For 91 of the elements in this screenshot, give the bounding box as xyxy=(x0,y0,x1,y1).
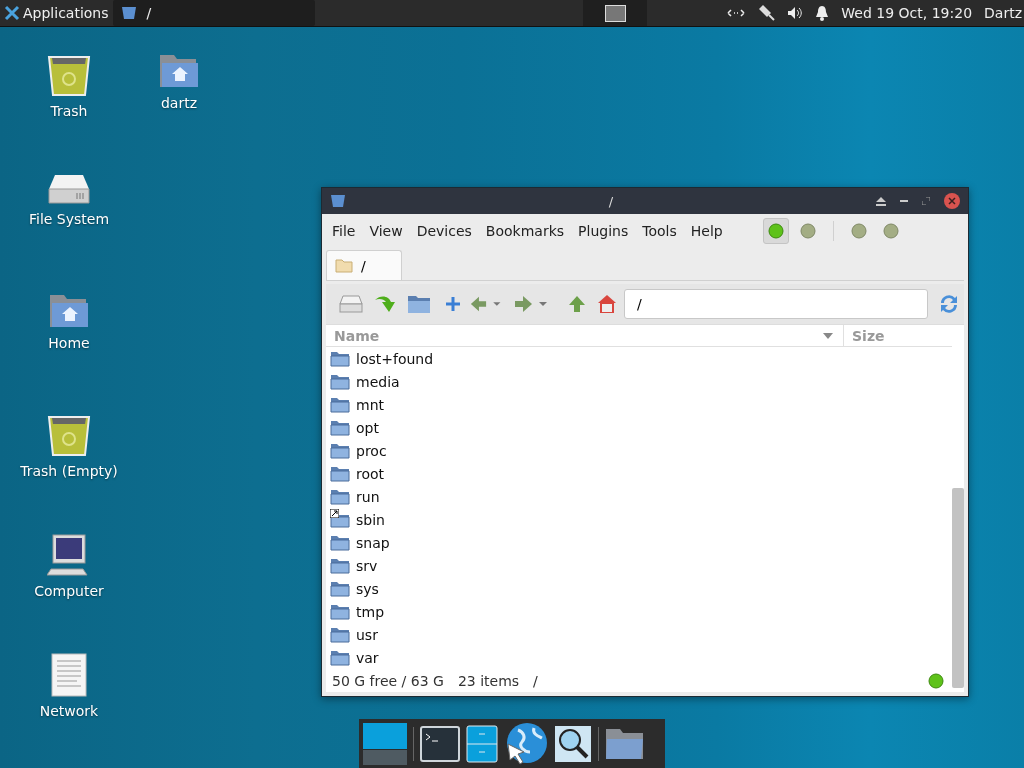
window-title: / xyxy=(607,193,615,209)
menu-item[interactable]: Devices xyxy=(410,223,480,239)
folder-icon xyxy=(330,373,350,390)
file-name[interactable]: mnt xyxy=(356,396,384,413)
globe-icon[interactable] xyxy=(504,721,548,766)
file-name[interactable]: opt xyxy=(356,419,379,436)
desktop-icon-label[interactable]: Trash xyxy=(50,103,88,119)
folder-icon xyxy=(335,258,353,273)
desktop-icon-label[interactable]: dartz xyxy=(160,95,198,111)
xfce-logo-icon xyxy=(4,5,20,21)
file-name[interactable]: sys xyxy=(356,580,379,597)
taskbar-window-button[interactable]: / xyxy=(112,0,315,26)
up-arrow-icon[interactable] xyxy=(568,295,586,313)
folder-icon xyxy=(330,557,350,574)
home-folder-icon xyxy=(48,293,90,329)
folder-icon xyxy=(330,580,350,597)
folder-icon[interactable] xyxy=(605,726,645,761)
applications-menu[interactable]: Applications xyxy=(0,0,113,26)
trash-icon xyxy=(46,413,92,457)
file-cabinet-icon[interactable] xyxy=(466,724,498,763)
volume-icon[interactable] xyxy=(787,6,804,20)
folder-icon xyxy=(330,419,350,436)
file-name[interactable]: srv xyxy=(356,557,378,574)
plus-icon[interactable] xyxy=(445,296,461,312)
computer-icon xyxy=(47,533,91,577)
tab[interactable]: / xyxy=(326,250,402,280)
terminal-icon[interactable] xyxy=(420,725,460,762)
folder-icon xyxy=(330,442,350,459)
pane-dot-icon xyxy=(883,223,899,239)
folder-icon xyxy=(330,350,350,367)
sort-caret-icon[interactable] xyxy=(823,332,833,339)
plug-icon[interactable] xyxy=(757,5,776,21)
item-count-text: 23 items xyxy=(457,673,520,689)
pane-toggle-button[interactable] xyxy=(763,218,789,244)
home-folder-icon xyxy=(158,53,200,89)
workspace-icon[interactable] xyxy=(363,722,407,765)
folder-icon xyxy=(330,396,350,413)
menu-item[interactable]: File xyxy=(326,223,364,239)
folder-icon xyxy=(330,626,350,643)
menu-item[interactable]: Tools xyxy=(636,223,685,239)
file-name[interactable]: tmp xyxy=(356,603,384,620)
workspace-switcher[interactable] xyxy=(583,0,648,26)
desktop-icon-label[interactable]: Trash (Empty) xyxy=(20,463,118,479)
clock[interactable]: Wed 19 Oct, 19:20 xyxy=(841,5,973,21)
desktop-icon-label[interactable]: File System xyxy=(28,211,110,227)
menu-item[interactable]: View xyxy=(363,223,411,239)
menu-item[interactable]: Bookmarks xyxy=(479,223,573,239)
shade-icon[interactable] xyxy=(876,196,886,206)
pane-dot-icon xyxy=(800,223,816,239)
file-name[interactable]: root xyxy=(356,465,385,482)
file-name[interactable]: var xyxy=(356,649,379,666)
file-name[interactable]: lost+found xyxy=(356,350,434,367)
pane-dot-icon xyxy=(768,223,784,239)
file-manager-icon xyxy=(120,6,137,20)
network-arrows-icon[interactable] xyxy=(727,8,746,18)
desktop-icon-label[interactable]: Computer xyxy=(34,583,104,599)
notification-bell-icon[interactable] xyxy=(815,5,830,21)
pane-dot-icon xyxy=(851,223,867,239)
file-manager-icon xyxy=(330,194,346,208)
path-field[interactable]: / xyxy=(624,289,928,319)
file-name[interactable]: proc xyxy=(356,442,387,459)
desktop-icon-label[interactable]: Home xyxy=(48,335,90,351)
file-name[interactable]: snap xyxy=(356,534,390,551)
folder-icon xyxy=(330,534,350,551)
menu-item[interactable]: Help xyxy=(684,223,731,239)
search-icon[interactable] xyxy=(554,724,592,763)
folder-icon xyxy=(330,488,350,505)
status-path-text: / xyxy=(533,673,538,689)
document-icon xyxy=(51,653,87,697)
symlink-badge-icon xyxy=(330,509,339,518)
folder-icon xyxy=(330,649,350,666)
close-icon[interactable] xyxy=(944,193,960,209)
file-name[interactable]: usr xyxy=(356,626,378,643)
drive-icon[interactable] xyxy=(339,295,363,313)
drive-icon xyxy=(47,173,91,205)
folder-icon xyxy=(330,465,350,482)
trash-icon xyxy=(46,53,92,97)
maximize-icon[interactable] xyxy=(922,197,930,205)
user-name[interactable]: Dartz xyxy=(984,5,1022,21)
home-icon[interactable] xyxy=(597,294,617,314)
free-space-text: 50 G free / 63 G xyxy=(332,673,444,689)
file-name[interactable]: media xyxy=(356,373,400,390)
refresh-icon[interactable] xyxy=(938,293,960,315)
scrollbar-thumb[interactable] xyxy=(952,488,964,688)
folder-icon xyxy=(330,603,350,620)
menu-item[interactable]: Plugins xyxy=(572,223,637,239)
desktop-icon-label[interactable]: Network xyxy=(39,703,99,719)
file-name[interactable]: sbin xyxy=(356,511,385,528)
file-name[interactable]: run xyxy=(356,488,380,505)
folder-icon[interactable] xyxy=(407,294,431,314)
status-dot-icon xyxy=(928,673,944,689)
